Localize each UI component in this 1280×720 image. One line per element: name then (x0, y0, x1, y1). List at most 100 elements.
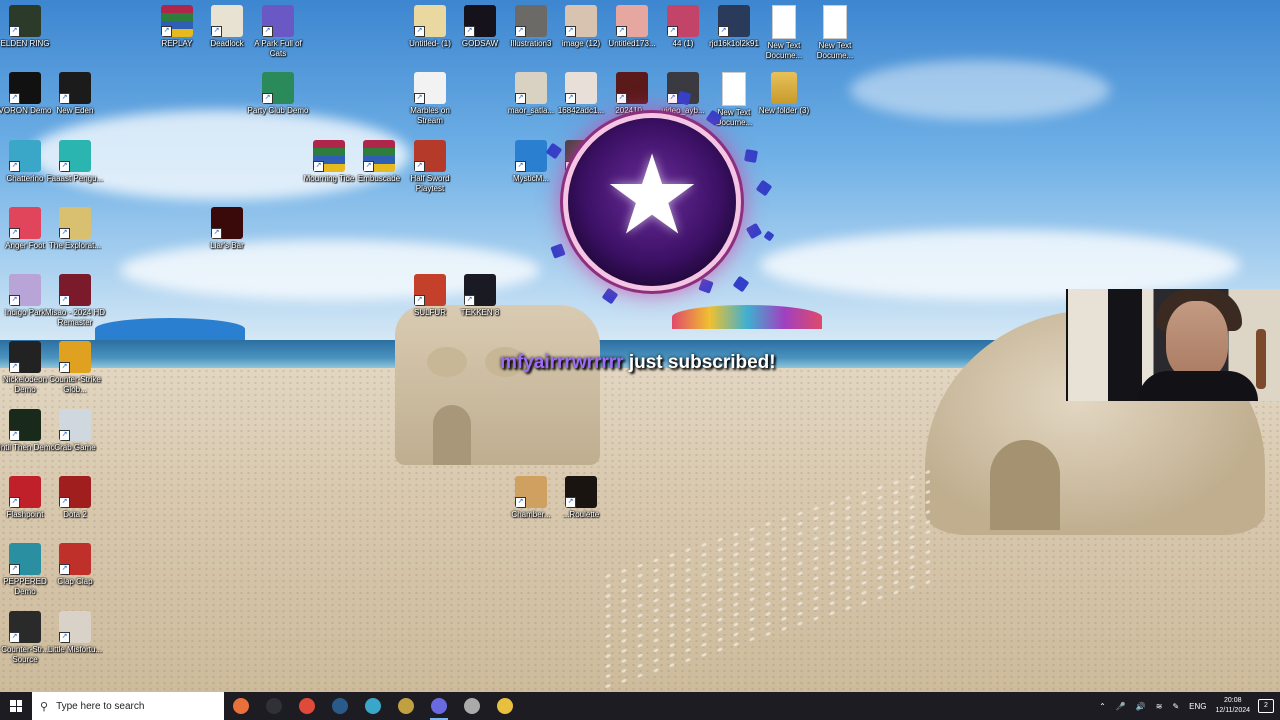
desktop-icon[interactable]: ↗ Dota 2 (43, 476, 107, 520)
desktop-icon-label: A Park Full of Cats (254, 39, 302, 58)
start-button[interactable] (0, 692, 32, 720)
app-icon: ↗ (667, 5, 699, 37)
shortcut-arrow-icon: ↗ (313, 161, 324, 172)
shortcut-arrow-icon: ↗ (9, 93, 20, 104)
shortcut-arrow-icon: ↗ (59, 228, 70, 239)
chatterino-app-button[interactable] (358, 692, 388, 720)
shortcut-arrow-icon: ↗ (211, 228, 222, 239)
shortcut-arrow-icon: ↗ (464, 295, 475, 306)
steam-app-button[interactable] (325, 692, 355, 720)
desktop-icon[interactable]: ↗ Half Sword Playtest (398, 140, 462, 194)
desktop-icon-label: ELDEN RING (0, 39, 50, 48)
app-icon: ↗ (59, 140, 91, 172)
desktop-icon[interactable]: ↗ The Explorat... (43, 207, 107, 251)
desktop-icon-label: New Eden (56, 106, 94, 115)
discord-app-button[interactable] (424, 692, 454, 720)
shortcut-arrow-icon: ↗ (59, 497, 70, 508)
app-icon: ↗ (9, 5, 41, 37)
app-icon (823, 5, 847, 39)
shortcut-arrow-icon: ↗ (9, 26, 20, 37)
app-icon: ↗ (414, 140, 446, 172)
explorer-app-button[interactable] (226, 692, 256, 720)
shortcut-arrow-icon: ↗ (59, 362, 70, 373)
app-icon: ↗ (211, 207, 243, 239)
app-icon: ↗ (59, 611, 91, 643)
shortcut-arrow-icon: ↗ (464, 26, 475, 37)
speaker-icon[interactable]: 🔊 (1136, 702, 1146, 711)
app-icon: ↗ (515, 140, 547, 172)
alert-message: mfyairrrwrrrrr just subscribed! (500, 352, 776, 374)
star-icon: ★ (602, 134, 702, 257)
app-icon: ↗ (565, 5, 597, 37)
shortcut-arrow-icon: ↗ (515, 26, 526, 37)
network-icon[interactable]: ≋ (1156, 702, 1163, 711)
desktop-icon-label: Marbles on Stream (410, 106, 450, 125)
clock[interactable]: 20:08 12/11/2024 (1215, 696, 1250, 716)
shortcut-arrow-icon: ↗ (9, 228, 20, 239)
microphone-icon[interactable]: 🎤 (1116, 702, 1126, 711)
app-icon: ↗ (515, 476, 547, 508)
shortcut-arrow-icon: ↗ (262, 93, 273, 104)
shortcut-arrow-icon: ↗ (718, 26, 729, 37)
shortcut-arrow-icon: ↗ (515, 93, 526, 104)
app-icon: ↗ (616, 5, 648, 37)
app-icon: ↗ (9, 543, 41, 575)
desktop-icon[interactable]: ↗ Clap Clap (43, 543, 107, 587)
desktop-icon[interactable]: ↗ Marbles on Stream (398, 72, 462, 126)
desktop-icon[interactable]: ↗ A Park Full of Cats (246, 5, 310, 59)
shortcut-arrow-icon: ↗ (9, 161, 20, 172)
shortcut-arrow-icon: ↗ (414, 93, 425, 104)
desktop-icon[interactable]: New folder (3) (752, 72, 816, 116)
app-icon: ↗ (9, 409, 41, 441)
app-icon: ↗ (9, 274, 41, 306)
desktop-icon[interactable]: ↗ ELDEN RING (0, 5, 57, 49)
winrar-app-button[interactable] (391, 692, 421, 720)
notification-center-icon[interactable]: 2 (1258, 699, 1274, 713)
desktop-icon[interactable]: ↗ New Eden (43, 72, 107, 116)
app-icon: ↗ (9, 72, 41, 104)
desktop-icon-label: Clap Clap (57, 577, 93, 586)
shortcut-arrow-icon: ↗ (414, 295, 425, 306)
files-app-icon (497, 698, 513, 714)
desktop-icon[interactable]: ↗ Misao - 2024 HD Remaster (43, 274, 107, 328)
chrome-app-button[interactable] (292, 692, 322, 720)
app-icon: ↗ (464, 274, 496, 306)
explorer-app-icon (233, 698, 249, 714)
app-icon: ↗ (515, 72, 547, 104)
app-icon: ↗ (565, 476, 597, 508)
desktop-icon[interactable]: ↗ Party Club Demo (246, 72, 310, 116)
streamer-face (1166, 301, 1228, 379)
app-icon: ↗ (515, 5, 547, 37)
desktop-icon-label: Liar's Bar (210, 241, 244, 250)
files-app-button[interactable] (490, 692, 520, 720)
obs-app-icon (266, 698, 282, 714)
shortcut-arrow-icon: ↗ (161, 26, 172, 37)
taskbar-search-box[interactable]: ⚲ Type here to search (32, 692, 224, 720)
app-icon (722, 72, 746, 106)
settings-app-button[interactable] (457, 692, 487, 720)
desktop-icon[interactable]: ↗ Counter-Strike Glob... (43, 341, 107, 395)
obs-app-button[interactable] (259, 692, 289, 720)
desktop-icon[interactable]: ↗ Liar's Bar (195, 207, 259, 251)
pen-icon[interactable]: ✎ (1172, 702, 1179, 711)
alert-badge: ★ (568, 118, 736, 286)
desktop-icon[interactable]: ↗ TEKKEN 8 (448, 274, 512, 318)
app-icon: ↗ (59, 409, 91, 441)
desktop-icon[interactable]: ↗ Little Misfortu... (43, 611, 107, 655)
cloud (850, 60, 1110, 120)
shortcut-arrow-icon: ↗ (515, 161, 526, 172)
shortcut-arrow-icon: ↗ (414, 161, 425, 172)
desktop-icon[interactable]: New Text Docume... (803, 5, 867, 61)
app-icon: ↗ (414, 5, 446, 37)
app-icon: ↗ (9, 207, 41, 239)
chevron-up-icon[interactable]: ⌃ (1099, 702, 1106, 711)
desktop-icon[interactable]: ↗ ...Roulette (549, 476, 613, 520)
shortcut-arrow-icon: ↗ (414, 26, 425, 37)
desktop-icon[interactable]: ↗ Faaast Pengu... (43, 140, 107, 184)
app-icon: ↗ (59, 543, 91, 575)
desktop-icon[interactable]: ↗ Crab Game (43, 409, 107, 453)
desktop-icon-label: The Explorat... (48, 241, 102, 250)
language-indicator[interactable]: ENG (1189, 702, 1206, 711)
shortcut-arrow-icon: ↗ (59, 161, 70, 172)
shortcut-arrow-icon: ↗ (59, 564, 70, 575)
